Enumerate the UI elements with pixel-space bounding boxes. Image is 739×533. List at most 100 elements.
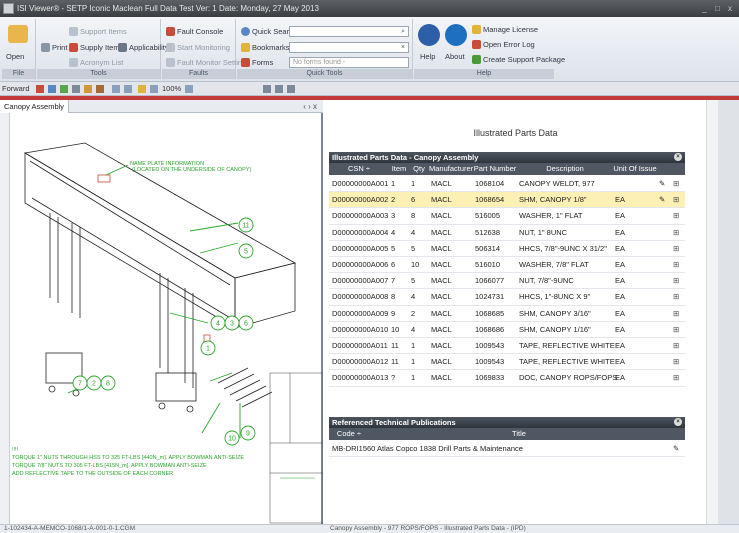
parts-table-row[interactable]: D00000000A002 2 6 MACL 1068654 SHM, CANOPY 1/… — [329, 192, 685, 209]
tab-canopy-assembly[interactable]: Canopy Assembly — [0, 100, 70, 113]
grid-icon[interactable] — [263, 85, 271, 93]
cart-icon[interactable]: ⊞ — [673, 289, 679, 305]
col-item[interactable]: Item — [389, 163, 409, 175]
pubs-row[interactable]: MB-DRI1560 Atlas Copco 1838 Drill Parts … — [329, 441, 685, 458]
cart-icon[interactable]: ⊞ — [673, 306, 679, 322]
fit-icon[interactable] — [275, 85, 283, 93]
zoom-in-icon[interactable] — [150, 85, 158, 93]
fault-console-button[interactable]: Fault Console — [166, 27, 223, 36]
pencil-icon[interactable]: ✎ — [673, 441, 679, 457]
col-description[interactable]: Description — [517, 163, 613, 175]
col-unit-of-issue[interactable]: Unit Of Issue — [613, 163, 657, 175]
cart-icon[interactable]: ⊞ — [673, 273, 679, 289]
parts-table-header: Illustrated Parts Data - Canopy Assembly… — [329, 152, 685, 163]
manage-license-button[interactable]: Manage License — [472, 25, 538, 34]
cell-csn: D00000000A012 — [332, 357, 389, 367]
package-icon — [472, 55, 481, 64]
parts-table-row[interactable]: D00000000A012 11 1 MACL 1009543 TAPE, REFLECT… — [329, 354, 685, 371]
help-button[interactable]: Help — [420, 52, 435, 61]
zoom-out-icon[interactable] — [185, 85, 193, 93]
col-csn[interactable]: CSN ÷ — [329, 163, 389, 175]
pencil-icon[interactable]: ✎ — [659, 192, 665, 208]
parts-table-row[interactable]: D00000000A009 9 2 MACL 1068685 SHM, CANOPY 3/… — [329, 306, 685, 322]
cell-csn: D00000000A003 — [332, 211, 389, 221]
print-button[interactable]: Print — [41, 43, 67, 52]
cart-icon[interactable]: ⊞ — [673, 208, 679, 224]
pub-title: Atlas Copco 1838 Drill Parts & Maintenan… — [377, 444, 523, 453]
supply-items-button[interactable]: Supply Items — [69, 43, 123, 52]
parts-table-row[interactable]: D00000000A004 4 4 MACL 512638 NUT, 1" 8UNC EA ⊞ — [329, 225, 685, 241]
favorite-icon[interactable] — [138, 85, 146, 93]
tree-icon[interactable] — [60, 85, 68, 93]
create-support-package-button[interactable]: Create Support Package — [472, 55, 565, 64]
parts-table-row[interactable]: D00000000A005 5 5 MACL 506314 HHCS, 7/8"-9UNC… — [329, 241, 685, 257]
cell-item: 2 — [391, 195, 396, 205]
magnify-icon[interactable] — [287, 85, 295, 93]
close-panel-icon[interactable]: × — [674, 153, 682, 161]
col-code[interactable]: Code ÷ — [329, 428, 369, 440]
cart-icon[interactable]: ⊞ — [673, 176, 679, 192]
settings-icon — [166, 58, 175, 67]
window-controls[interactable]: _ □ x — [702, 0, 735, 17]
acronym-list-button[interactable]: Acronym List — [69, 58, 123, 67]
help-icon[interactable] — [418, 24, 440, 46]
parts-table-row[interactable]: D00000000A008 8 4 MACL 1024731 HHCS, 1"-8UNC … — [329, 289, 685, 306]
support-items-button[interactable]: Support Items — [69, 27, 127, 36]
parts-table-row[interactable]: D00000000A007 7 5 MACL 1066077 NUT, 7/8"-9UNC… — [329, 273, 685, 290]
page-icon[interactable] — [112, 85, 120, 93]
cart-icon[interactable]: ⊞ — [673, 322, 679, 338]
cell-mfr: MACL — [431, 341, 452, 350]
cell-uoi: EA — [615, 260, 626, 269]
cart-icon[interactable]: ⊞ — [673, 257, 679, 273]
cart-icon[interactable]: ⊞ — [673, 354, 679, 370]
about-button[interactable]: About — [445, 52, 465, 61]
item-balloon-label: 4 — [216, 321, 220, 328]
window-title: ISI Viewer® - SETP Iconic Maclean Full D… — [17, 4, 319, 13]
parts-table-row[interactable]: D00000000A003 3 8 MACL 516005 WASHER, 1" FLAT… — [329, 208, 685, 225]
col-manufacturer[interactable]: Manufacturer — [429, 163, 473, 175]
search-toolbar-icon[interactable] — [124, 85, 132, 93]
col-qty[interactable]: Qty — [409, 163, 429, 175]
forms-button[interactable]: Forms — [241, 58, 273, 67]
bookmark-toolbar-icon[interactable] — [84, 85, 92, 93]
parts-table-row[interactable]: D00000000A013? 1 MACL 1069833 DOC, CANOPY RO… — [329, 370, 685, 387]
pencil-icon[interactable]: ✎ — [659, 176, 665, 192]
col-title[interactable]: Title — [369, 428, 669, 440]
drawing-note: ADD REFLECTIVE TAPE TO THE OUTSIDE OF EA… — [12, 471, 173, 477]
close-pubs-icon[interactable]: × — [674, 418, 682, 426]
tab-navigation[interactable]: ‹ › x — [303, 100, 317, 113]
bookmarks-select[interactable]: × — [289, 42, 409, 53]
export-icon[interactable] — [96, 85, 104, 93]
quick-search-input[interactable]: ⌕ — [289, 26, 409, 37]
parts-table-row[interactable]: D00000000A001 1 1 MACL 1068104 CANOPY WELDT, … — [329, 176, 685, 193]
zoom-level[interactable]: 100% — [162, 83, 181, 95]
cell-item: 6 — [391, 260, 396, 269]
open-button[interactable]: Open — [6, 52, 24, 61]
cart-icon[interactable]: ⊞ — [673, 370, 679, 386]
col-part-number[interactable]: Part Number — [473, 163, 517, 175]
cart-icon[interactable]: ⊞ — [673, 338, 679, 354]
cell-desc: NUT, 7/8"-9UNC — [519, 276, 574, 286]
about-icon[interactable] — [445, 24, 467, 46]
vertical-scrollbar[interactable] — [706, 100, 718, 524]
cart-icon[interactable]: ⊞ — [673, 225, 679, 241]
print-toolbar-icon[interactable] — [72, 85, 80, 93]
parts-table-row[interactable]: D00000000A011 11 1 MACL 1009543 TAPE, REFLECT… — [329, 338, 685, 355]
bookmarks-button[interactable]: Bookmarks — [241, 43, 290, 52]
open-error-log-button[interactable]: Open Error Log — [472, 40, 535, 49]
forward-button[interactable]: Forward — [2, 83, 30, 95]
forms-select[interactable]: No forms found - — [289, 57, 409, 68]
close-x-icon[interactable] — [36, 85, 44, 93]
start-monitoring-button[interactable]: Start Monitoring — [166, 43, 230, 52]
cart-icon[interactable]: ⊞ — [673, 192, 679, 208]
home-icon[interactable] — [48, 85, 56, 93]
parts-table-row[interactable]: D00000000A006 6 10 MACL 516010 WASHER, 7/8" F… — [329, 257, 685, 274]
canopy-assembly-drawing[interactable]: NAME PLATE INFORMATION (LOCATED ON THE U… — [10, 113, 323, 524]
forms-icon — [241, 58, 250, 67]
cell-csn: D00000000A010 — [332, 324, 389, 334]
ribbon-group-tools: Print Support Items Supply Items Applica… — [37, 19, 169, 79]
cart-icon[interactable]: ⊞ — [673, 241, 679, 257]
parts-table-row[interactable]: D00000000A010 10 4 MACL 1068686 SHM, CANOPY 1… — [329, 322, 685, 338]
folder-open-icon[interactable] — [8, 25, 28, 43]
cell-csn: D00000000A007 — [332, 276, 389, 286]
